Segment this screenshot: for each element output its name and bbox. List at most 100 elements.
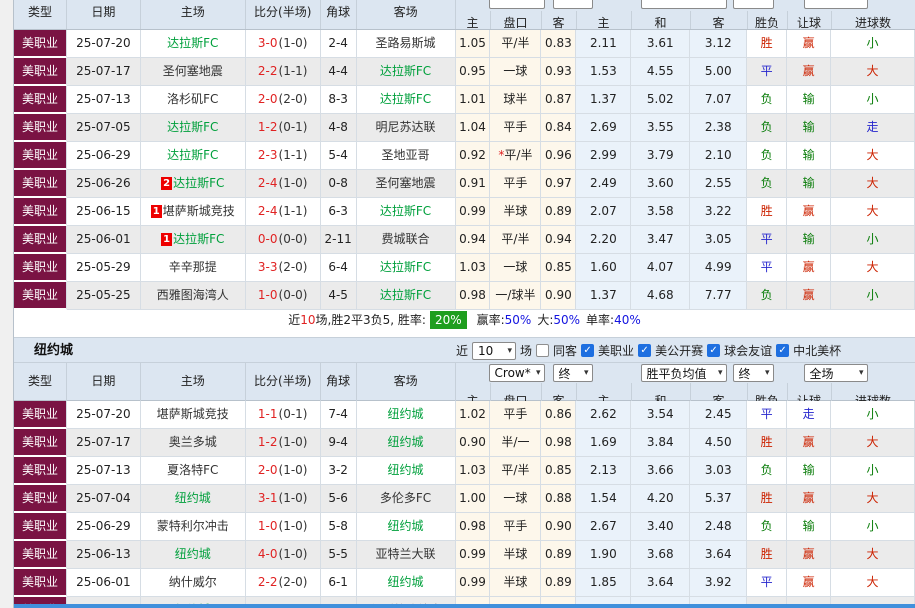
cell-result: 负 [747, 457, 787, 485]
cell-league: 美职业 [14, 170, 67, 198]
scope-select-clipped[interactable] [804, 0, 868, 9]
cell-goals-result: 小 [831, 457, 915, 485]
cell-home: 达拉斯FC [141, 142, 246, 170]
final-select-clipped[interactable] [553, 0, 593, 9]
away-team-link[interactable]: 纽约城 [388, 435, 424, 449]
filter-bar: 近 10 场 同客 美职业 美公开赛 球会友谊 中北美杯 [456, 338, 841, 363]
home-team-link[interactable]: 纽约城 [175, 491, 211, 505]
table-row: 美职业25-07-13夏洛特FC2-0(1-0)3-2纽约城1.03平/半0.8… [14, 457, 915, 485]
cell-league: 美职业 [14, 401, 67, 429]
avg-select-clipped[interactable] [641, 0, 727, 9]
full-time-score: 3-0 [258, 36, 278, 50]
cell-date: 25-06-26 [67, 170, 141, 198]
home-team-link[interactable]: 达拉斯FC [167, 120, 218, 134]
full-time-score: 2-3 [258, 148, 278, 162]
cell-handicap-result: 赢 [787, 30, 831, 58]
cell-result: 胜 [747, 429, 787, 457]
cell-corners: 6-4 [321, 254, 357, 282]
cell-goals-result: 小 [831, 282, 915, 310]
away-team-link: 圣何塞地震 [376, 176, 436, 190]
ah-final-select[interactable]: 终 [553, 364, 593, 382]
league-checkbox-open-cup[interactable] [638, 344, 651, 357]
cell-date: 25-07-17 [67, 58, 141, 86]
cell-goals-result: 大 [831, 429, 915, 457]
table-row: 美职业25-07-17圣何塞地震2-2(1-1)4-4达拉斯FC0.95一球0.… [14, 58, 915, 86]
col-header-away: 客场 [357, 363, 456, 401]
cell-ah-away: 0.85 [541, 254, 576, 282]
cell-league: 美职业 [14, 142, 67, 170]
away-team-link[interactable]: 达拉斯FC [380, 92, 431, 106]
recent-count-select[interactable]: 10 [472, 342, 516, 360]
away-team-link[interactable]: 达拉斯FC [380, 204, 431, 218]
odds-company-select[interactable]: Crow* [489, 364, 545, 382]
cell-score: 3-0(1-0) [246, 30, 321, 58]
cell-league: 美职业 [14, 569, 67, 597]
cell-goals-result: 大 [831, 254, 915, 282]
summary-record: 场,胜2平3负5, 胜率: [316, 313, 426, 327]
cell-home: 西雅图海湾人 [141, 282, 246, 310]
league-checkbox-friendly[interactable] [707, 344, 720, 357]
cell-ah-line: 平/半 [490, 30, 541, 58]
handicap-rate-value: 50% [505, 313, 532, 327]
cell-ah-home: 0.90 [456, 429, 491, 457]
col-header-result: 胜负 [748, 11, 788, 30]
league-checkbox-concacaf[interactable] [776, 344, 789, 357]
home-team-link[interactable]: 达拉斯FC [173, 232, 224, 246]
away-team-link[interactable]: 纽约城 [388, 463, 424, 477]
cell-away: 亚特兰大联 [357, 541, 456, 569]
cell-odds-draw: 4.55 [631, 58, 690, 86]
cell-odds-home: 1.53 [576, 58, 631, 86]
table1-header: 类型 日期 主场 比分(半场) 角球 客场 主 盘口 客 主 和 客 胜负 让球… [14, 0, 915, 30]
full-time-score: 2-0 [258, 463, 278, 477]
cell-odds-away: 2.55 [690, 170, 747, 198]
away-team-link: 费城联合 [382, 232, 430, 246]
cell-goals-result: 大 [831, 170, 915, 198]
col-header-ah-line: 盘口 [491, 383, 542, 401]
single-rate-label: 单率: [586, 313, 614, 327]
cell-handicap-result: 赢 [787, 541, 831, 569]
away-team-link[interactable]: 纽约城 [388, 575, 424, 589]
cell-handicap-result: 赢 [787, 282, 831, 310]
cell-ah-away: 0.97 [541, 170, 576, 198]
full-time-score: 4-0 [258, 547, 278, 561]
cell-odds-home: 1.37 [576, 86, 631, 114]
away-team-link[interactable]: 达拉斯FC [380, 260, 431, 274]
home-team-link[interactable]: 达拉斯FC [173, 176, 224, 190]
scope-select[interactable]: 全场 [804, 364, 868, 382]
cell-odds-away: 7.07 [690, 86, 747, 114]
away-team-link[interactable]: 达拉斯FC [380, 64, 431, 78]
home-team-link[interactable]: 纽约城 [175, 547, 211, 561]
cell-score: 2-4(1-0) [246, 170, 321, 198]
cell-away: 达拉斯FC [357, 86, 456, 114]
company-select-clipped[interactable] [489, 0, 545, 9]
cell-odds-home: 1.90 [576, 541, 631, 569]
section-title: 纽约城 [34, 338, 73, 363]
cell-score: 2-3(1-1) [246, 142, 321, 170]
games-label: 场 [520, 342, 532, 359]
cell-odds-home: 2.11 [576, 30, 631, 58]
col-header-type: 类型 [14, 0, 67, 30]
same-away-checkbox[interactable] [536, 344, 549, 357]
odds-avg-select[interactable]: 胜平负均值 [641, 364, 727, 382]
cell-ah-away: 0.98 [541, 429, 576, 457]
cell-odds-away: 2.45 [690, 401, 747, 429]
final-select2-clipped[interactable] [733, 0, 774, 9]
cell-date: 25-07-13 [67, 457, 141, 485]
odds-final-select[interactable]: 终 [733, 364, 774, 382]
cell-ah-line: 一球 [490, 254, 541, 282]
live-star: * [498, 148, 504, 162]
section-newyork-bar: 纽约城 近 10 场 同客 美职业 美公开赛 球会友谊 中北美杯 [14, 337, 915, 363]
away-team-link[interactable]: 达拉斯FC [380, 288, 431, 302]
table-row: 美职业25-06-13纽约城4-0(1-0)5-5亚特兰大联0.99半球0.89… [14, 541, 915, 569]
cell-ah-line: 平/半 [490, 226, 541, 254]
home-team-link[interactable]: 达拉斯FC [167, 148, 218, 162]
league-checkbox-mls[interactable] [581, 344, 594, 357]
cell-score: 1-0(0-0) [246, 282, 321, 310]
away-team-link[interactable]: 纽约城 [388, 407, 424, 421]
cell-league: 美职业 [14, 86, 67, 114]
away-team-link[interactable]: 纽约城 [388, 519, 424, 533]
cell-away: 费城联合 [357, 226, 456, 254]
home-team-link[interactable]: 达拉斯FC [167, 36, 218, 50]
table2-header-right: Crow* 终 胜平负均值 终 全场 主 盘口 客 主 和 客 胜负 让球 进球… [456, 363, 915, 401]
half-time-score: (0-0) [279, 232, 308, 246]
